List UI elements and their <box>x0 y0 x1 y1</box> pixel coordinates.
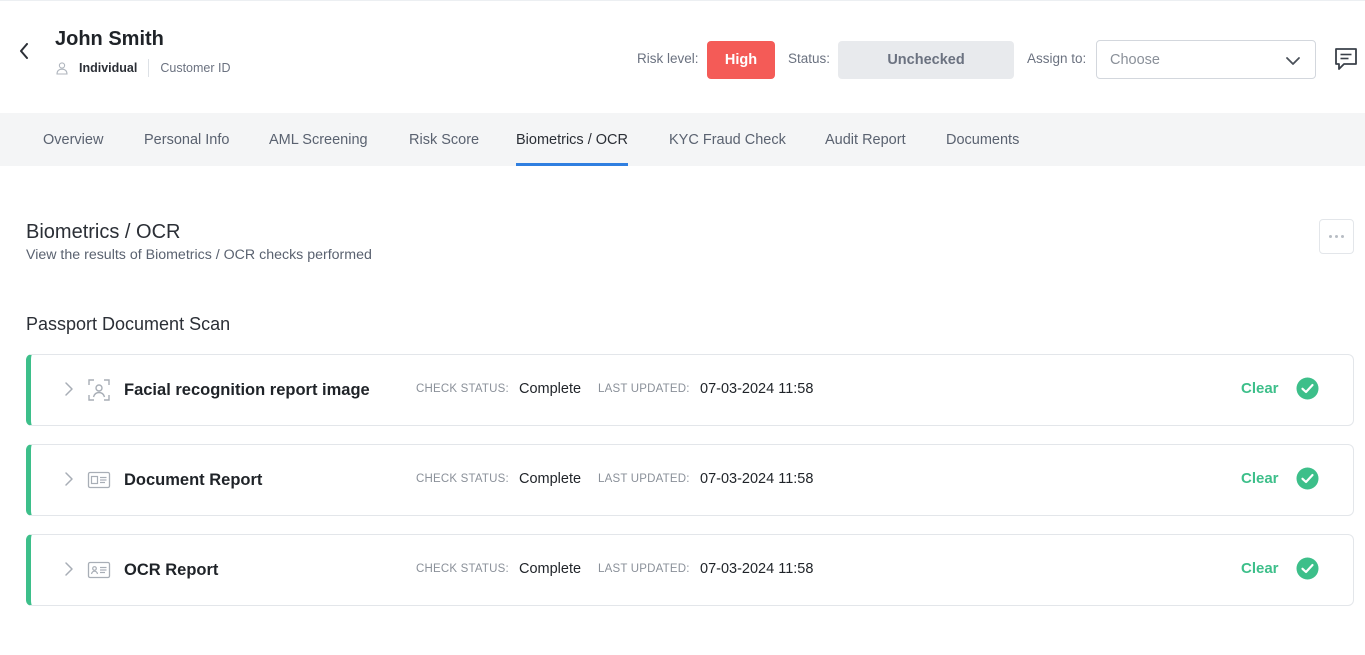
last-updated-value: 07-03-2024 11:58 <box>700 561 814 577</box>
id-card-icon <box>87 561 111 579</box>
check-status-label: CHECK STATUS: <box>416 473 509 485</box>
check-result: Clear <box>1241 380 1279 397</box>
page-title: Biometrics / OCR <box>26 221 181 243</box>
last-updated-label: LAST UPDATED: <box>598 563 690 575</box>
tab-aml-screening[interactable]: AML Screening <box>269 113 368 166</box>
comment-icon <box>1335 48 1357 70</box>
check-title: Facial recognition report image <box>124 381 370 399</box>
chevron-right-icon[interactable] <box>62 560 76 578</box>
risk-level-badge[interactable]: High <box>707 41 775 79</box>
page-subtitle: View the results of Biometrics / OCR che… <box>26 247 372 263</box>
check-card-document-report[interactable]: Document Report CHECK STATUS: Complete L… <box>26 444 1354 516</box>
check-status-label: CHECK STATUS: <box>416 563 509 575</box>
last-updated-value: 07-03-2024 11:58 <box>700 381 814 397</box>
entity-type: Individual <box>79 61 138 75</box>
customer-meta: Individual Customer ID <box>55 59 231 77</box>
dot <box>1329 235 1332 238</box>
chevron-down-icon <box>1286 57 1300 65</box>
document-icon <box>87 471 111 489</box>
assign-to-select[interactable]: Choose <box>1096 40 1316 79</box>
tab-personal-info[interactable]: Personal Info <box>144 113 229 166</box>
tab-audit-report[interactable]: Audit Report <box>825 113 906 166</box>
check-title: Document Report <box>124 471 263 489</box>
check-title: OCR Report <box>124 561 219 579</box>
check-status-value: Complete <box>519 561 582 577</box>
face-scan-icon <box>88 379 110 401</box>
check-circle-icon <box>1296 377 1319 400</box>
more-options-button[interactable] <box>1319 219 1354 254</box>
assign-to-label: Assign to: <box>1027 51 1087 66</box>
chevron-left-icon <box>20 43 28 59</box>
tab-biometrics-ocr[interactable]: Biometrics / OCR <box>516 113 628 166</box>
dot <box>1335 235 1338 238</box>
customer-name: John Smith <box>55 28 164 50</box>
check-result: Clear <box>1241 470 1279 487</box>
assign-to-placeholder: Choose <box>1110 51 1160 68</box>
customer-header: John Smith Individual Customer ID Risk l… <box>0 0 1365 113</box>
group-title: Passport Document Scan <box>26 314 231 334</box>
dot <box>1341 235 1344 238</box>
check-status-value: Complete <box>519 381 582 397</box>
check-status-label: CHECK STATUS: <box>416 383 509 395</box>
last-updated-label: LAST UPDATED: <box>598 473 690 485</box>
status-badge[interactable]: Unchecked <box>838 41 1014 79</box>
last-updated-value: 07-03-2024 11:58 <box>700 471 814 487</box>
person-icon <box>55 61 69 75</box>
back-button[interactable] <box>14 39 34 63</box>
tab-bar: Overview Personal Info AML Screening Ris… <box>0 113 1365 166</box>
tab-documents[interactable]: Documents <box>946 113 1019 166</box>
check-card-ocr-report[interactable]: OCR Report CHECK STATUS: Complete LAST U… <box>26 534 1354 606</box>
divider <box>148 59 150 77</box>
tab-overview[interactable]: Overview <box>43 113 103 166</box>
tab-kyc-fraud-check[interactable]: KYC Fraud Check <box>669 113 786 166</box>
last-updated-label: LAST UPDATED: <box>598 383 690 395</box>
check-card-facial-recognition[interactable]: Facial recognition report image CHECK ST… <box>26 354 1354 426</box>
chevron-right-icon[interactable] <box>62 380 76 398</box>
tab-risk-score[interactable]: Risk Score <box>409 113 479 166</box>
chevron-right-icon[interactable] <box>62 470 76 488</box>
check-circle-icon <box>1296 557 1319 580</box>
check-status-value: Complete <box>519 471 582 487</box>
status-label: Status: <box>788 51 831 66</box>
comments-button[interactable] <box>1333 46 1359 72</box>
customer-id-label: Customer ID <box>160 61 231 75</box>
check-result: Clear <box>1241 560 1279 577</box>
check-circle-icon <box>1296 467 1319 490</box>
risk-level-label: Risk level: <box>637 51 699 66</box>
